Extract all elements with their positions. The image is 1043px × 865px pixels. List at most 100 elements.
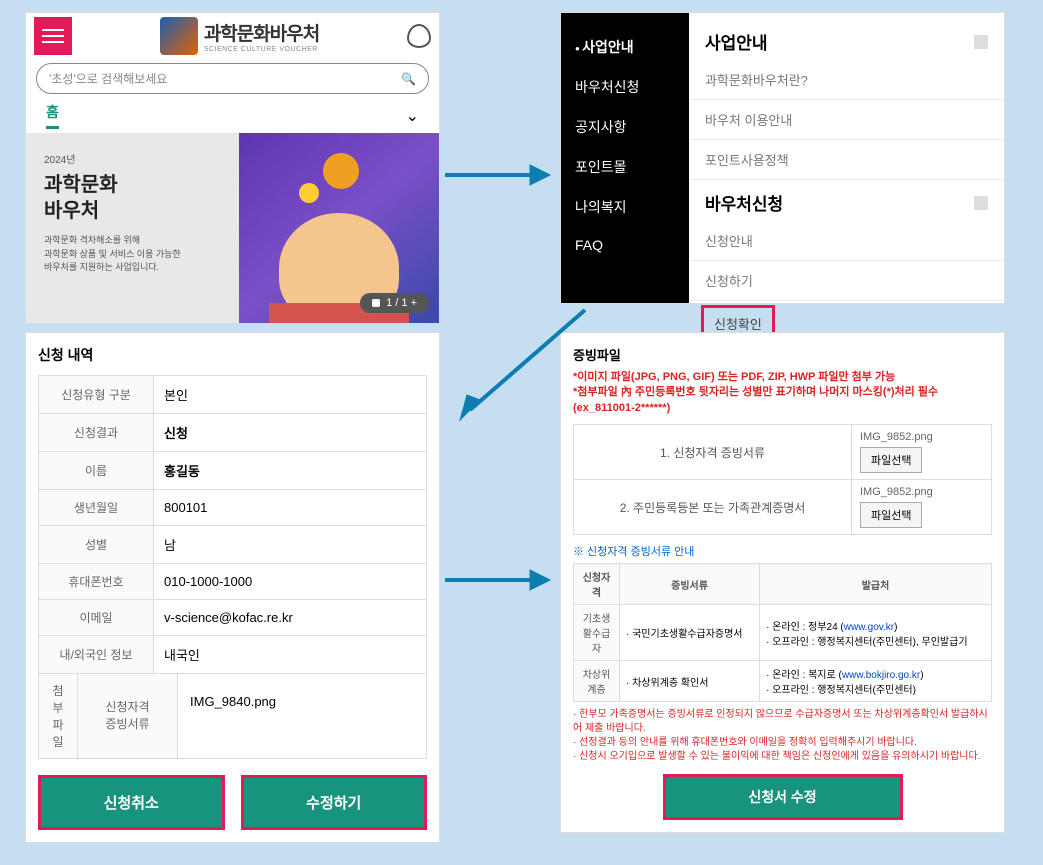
submenu-link-apply[interactable]: 신청하기 [689, 261, 1004, 301]
details-title: 신청 내역 [38, 345, 427, 365]
search-icon: 🔍 [401, 72, 416, 86]
row-value: 남 [154, 526, 427, 564]
col-src: 발급처 [760, 564, 992, 605]
guide-src: · 온라인 : 복지로 (www.bokjiro.go.kr) · 오프라인 :… [760, 661, 992, 702]
search-input[interactable]: '초성'으로 검색해보세요 🔍 [36, 63, 429, 94]
details-table: 신청유형 구분본인 신청결과신청 이름홍길동 생년월일800101 성별남 휴대… [38, 375, 427, 674]
row-label: 생년월일 [39, 490, 154, 526]
attach-filename: IMG_9840.png [177, 674, 426, 758]
chevron-right-icon[interactable] [974, 35, 988, 49]
upload-controls: IMG_9852.png 파일선택 [851, 425, 991, 479]
gov24-link[interactable]: www.gov.kr [844, 622, 894, 633]
row-value: v-science@kofac.re.kr [154, 600, 427, 636]
banner-year: 2024년 [44, 151, 223, 166]
upload-controls: IMG_9852.png 파일선택 [851, 480, 991, 534]
menu-item-biz-guide[interactable]: 사업안내 [561, 27, 689, 67]
guide-table: 신청자격 증빙서류 발급처 기초생활수급자 · 국민기초생활수급자증명서 · 온… [573, 563, 992, 702]
guide-cat: 기초생활수급자 [574, 605, 620, 661]
guide-doc: · 차상위계층 확인서 [620, 661, 760, 702]
logo-main-text: 과학문화바우처 [204, 19, 319, 46]
table-row: 휴대폰번호010-1000-1000 [39, 564, 427, 600]
search-placeholder: '초성'으로 검색해보세요 [49, 70, 167, 87]
row-value: 내국인 [154, 636, 427, 674]
row-label: 휴대폰번호 [39, 564, 154, 600]
logo: 과학문화바우처 SCIENCE CULTURE VOUCHER [80, 17, 399, 55]
menu-item-notice[interactable]: 공지사항 [561, 107, 689, 147]
chevron-right-icon[interactable] [974, 196, 988, 210]
page-indicator: 1 / 1 + [386, 297, 417, 309]
menu-item-my-welfare[interactable]: 나의복지 [561, 187, 689, 227]
star-icon [299, 183, 319, 203]
attach-label: 첨부파일 [39, 674, 77, 758]
row-value: 800101 [154, 490, 427, 526]
table-row: 생년월일800101 [39, 490, 427, 526]
menu-item-faq[interactable]: FAQ [561, 227, 689, 263]
submenu-heading-apply: 바우처신청 [689, 180, 1004, 221]
submenu-link-usage[interactable]: 바우처 이용안내 [689, 100, 1004, 140]
table-header-row: 신청자격 증빙서류 발급처 [574, 564, 992, 605]
warning-text: · 한부모 가족증명서는 증빙서류로 인정되지 않으므로 수급자증명서 또는 차… [573, 708, 992, 764]
table-row: 내/외국인 정보내국인 [39, 636, 427, 674]
guide-doc: · 국민기초생활수급자증명서 [620, 605, 760, 661]
logo-sub-text: SCIENCE CULTURE VOUCHER [204, 46, 319, 53]
upload-label: 2. 주민등록등본 또는 가족관계증명서 [574, 487, 851, 528]
banner-illustration: 1 / 1 + [239, 133, 439, 323]
submenu-link-point-policy[interactable]: 포인트사용정책 [689, 140, 1004, 180]
submenu-heading-biz: 사업안내 [689, 19, 1004, 60]
chevron-down-icon[interactable]: ⌄ [406, 106, 419, 126]
arrow-icon [445, 160, 555, 190]
arrow-icon [445, 565, 555, 595]
menu-item-point-mall[interactable]: 포인트몰 [561, 147, 689, 187]
home-screenshot: 과학문화바우처 SCIENCE CULTURE VOUCHER '초성'으로 검… [25, 12, 440, 310]
arrow-icon [455, 305, 595, 425]
table-row: 이메일v-science@kofac.re.kr [39, 600, 427, 636]
submenu-panel: 사업안내 과학문화바우처란? 바우처 이용안내 포인트사용정책 바우처신청 신청… [689, 13, 1004, 303]
row-value: 홍길동 [154, 452, 427, 490]
banner-pager[interactable]: 1 / 1 + [360, 293, 429, 313]
guide-src: · 온라인 : 정부24 (www.gov.kr) · 오프라인 : 행정복지센… [760, 605, 992, 661]
banner-desc: 과학문화 격차해소를 위해 과학문화 상품 및 서비스 이용 가능한 바우처를 … [44, 234, 223, 275]
table-row: 신청결과신청 [39, 414, 427, 452]
submenu-link-apply-guide[interactable]: 신청안내 [689, 221, 1004, 261]
submenu-link-about[interactable]: 과학문화바우처란? [689, 60, 1004, 100]
row-label: 이메일 [39, 600, 154, 636]
upload-row: 2. 주민등록등본 또는 가족관계증명서 IMG_9852.png 파일선택 [573, 480, 992, 535]
tab-home[interactable]: 홈 [46, 102, 59, 129]
attach-sublabel: 신청자격 증빙서류 [77, 674, 177, 758]
row-label: 신청결과 [39, 414, 154, 452]
application-details-screenshot: 신청 내역 신청유형 구분본인 신청결과신청 이름홍길동 생년월일800101 … [25, 332, 440, 843]
app-header: 과학문화바우처 SCIENCE CULTURE VOUCHER [26, 13, 439, 59]
menu-item-voucher-apply[interactable]: 바우처신청 [561, 67, 689, 107]
evidence-upload-screenshot: 증빙파일 *이미지 파일(JPG, PNG, GIF) 또는 PDF, ZIP,… [560, 332, 1005, 833]
submenu-heading-label: 바우처신청 [705, 190, 783, 215]
row-label: 성별 [39, 526, 154, 564]
logo-icon [160, 17, 198, 55]
cancel-application-button[interactable]: 신청취소 [38, 775, 225, 830]
upload-label: 1. 신청자격 증빙서류 [574, 432, 851, 473]
row-value: 본인 [154, 376, 427, 414]
table-row: 이름홍길동 [39, 452, 427, 490]
user-icon[interactable] [407, 24, 431, 48]
submit-edit-button[interactable]: 신청서 수정 [663, 774, 903, 820]
menu-screenshot: 사업안내 바우처신청 공지사항 포인트몰 나의복지 FAQ 사업안내 과학문화바… [560, 12, 1005, 304]
guide-heading: ※ 신청자격 증빙서류 안내 [573, 543, 992, 559]
submenu-heading-label: 사업안내 [705, 29, 768, 54]
row-label: 이름 [39, 452, 154, 490]
table-row: 기초생활수급자 · 국민기초생활수급자증명서 · 온라인 : 정부24 (www… [574, 605, 992, 661]
file-select-button[interactable]: 파일선택 [860, 502, 922, 528]
banner-title: 과학문화 바우처 [44, 172, 223, 224]
upload-row: 1. 신청자격 증빙서류 IMG_9852.png 파일선택 [573, 424, 992, 480]
row-label: 내/외국인 정보 [39, 636, 154, 674]
hero-banner: 2024년 과학문화 바우처 과학문화 격차해소를 위해 과학문화 상품 및 서… [26, 133, 439, 323]
bokjiro-link[interactable]: www.bokjiro.go.kr [842, 670, 920, 681]
table-row: 신청유형 구분본인 [39, 376, 427, 414]
evidence-notice: *이미지 파일(JPG, PNG, GIF) 또는 PDF, ZIP, HWP … [573, 370, 992, 416]
table-row: 차상위계층 · 차상위계층 확인서 · 온라인 : 복지로 (www.bokji… [574, 661, 992, 702]
file-select-button[interactable]: 파일선택 [860, 447, 922, 473]
table-row: 성별남 [39, 526, 427, 564]
uploaded-filename: IMG_9852.png [860, 431, 983, 443]
edit-application-button[interactable]: 수정하기 [241, 775, 428, 830]
attachment-row: 첨부파일 신청자격 증빙서류 IMG_9840.png [38, 674, 427, 759]
stop-icon [372, 299, 380, 307]
menu-button[interactable] [34, 17, 72, 55]
